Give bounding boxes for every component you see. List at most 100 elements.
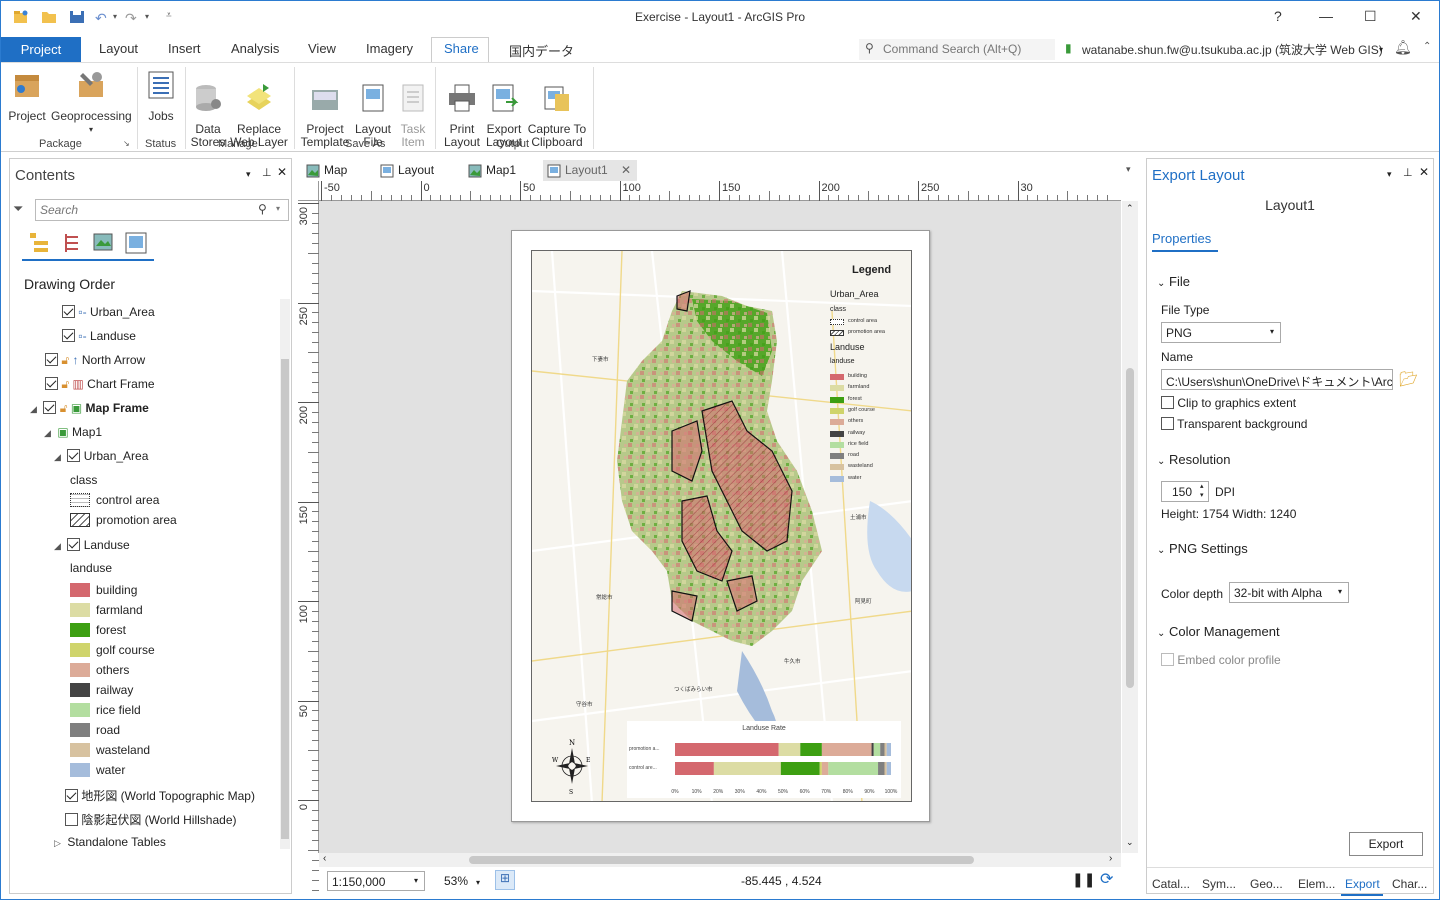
- symbol-landuse-class[interactable]: railway: [70, 683, 133, 697]
- visibility-checkbox[interactable]: [45, 353, 58, 366]
- pane-options-icon[interactable]: ▾: [1387, 169, 1392, 180]
- expand-icon[interactable]: ▷: [54, 838, 64, 849]
- contents-search-input[interactable]: Search ⚲ ▾: [35, 199, 289, 221]
- file-type-dropdown[interactable]: PNG ▾: [1161, 322, 1281, 343]
- bottom-tab-export[interactable]: Export: [1345, 877, 1380, 891]
- doc-tab-layout[interactable]: Layout: [376, 160, 434, 182]
- element-map-frame[interactable]: ◢ 🔓︎ ▣ Map Frame: [30, 401, 149, 416]
- expand-icon[interactable]: ◢: [54, 541, 64, 552]
- zoom-dropdown[interactable]: 53% ▾: [444, 874, 480, 888]
- pause-drawing-icon[interactable]: ❚❚: [1072, 871, 1095, 888]
- tab-view[interactable]: View: [308, 41, 336, 56]
- doc-tab-map1[interactable]: Map1: [464, 160, 516, 182]
- horizontal-scrollbar[interactable]: ‹ ›: [319, 853, 1121, 867]
- scroll-right-icon[interactable]: ›: [1109, 853, 1112, 864]
- png-settings-section-header[interactable]: ⌄ PNG Settings: [1157, 541, 1248, 556]
- export-button[interactable]: Export: [1349, 832, 1423, 856]
- symbol-landuse-class[interactable]: golf course: [70, 643, 155, 657]
- user-account[interactable]: watanabe.shun.fw@u.tsukuba.ac.jp (筑波大学 W…: [1082, 41, 1383, 58]
- color-management-section-header[interactable]: ⌄ Color Management: [1157, 624, 1280, 639]
- tab-list-icon[interactable]: ▾: [1126, 164, 1131, 175]
- tab-kokunai-data[interactable]: 国内データ: [509, 41, 574, 60]
- visibility-checkbox[interactable]: [45, 377, 58, 390]
- filter-icon[interactable]: ⏷: [13, 201, 23, 217]
- layer-urban-area-top[interactable]: ▫- Urban_Area: [62, 305, 155, 319]
- jobs-button[interactable]: Jobs: [143, 69, 179, 123]
- drawing-order-icon[interactable]: [28, 231, 52, 255]
- tab-insert[interactable]: Insert: [168, 41, 201, 56]
- layout-file-button[interactable]: Layout File: [351, 69, 395, 149]
- layer-landuse-top[interactable]: ▫- Landuse: [62, 329, 136, 343]
- refresh-icon[interactable]: ⟳: [1100, 869, 1113, 889]
- replace-web-layer-button[interactable]: Replace Web Layer: [229, 69, 289, 149]
- expand-icon[interactable]: ◢: [30, 404, 40, 415]
- snapping-icon[interactable]: ⊞: [495, 870, 515, 890]
- symbol-landuse-class[interactable]: farmland: [70, 603, 143, 617]
- checkbox[interactable]: [1161, 396, 1174, 409]
- tab-project[interactable]: Project: [1, 37, 81, 62]
- layout-canvas[interactable]: 下妻市 土浦市 阿見町 牛久市 つくばみらい市 常総市 守谷市 Legend U…: [319, 201, 1121, 853]
- symbol-promotion-area[interactable]: promotion area: [70, 513, 177, 527]
- user-dropdown-icon[interactable]: ▾: [1379, 45, 1383, 54]
- data-stores-button[interactable]: Data Stores: [189, 69, 227, 149]
- doc-tab-map[interactable]: Map: [302, 160, 347, 182]
- visibility-checkbox[interactable]: [67, 449, 81, 462]
- map-map1[interactable]: ◢ ▣ Map1: [44, 425, 102, 439]
- resolution-section-header[interactable]: ⌄ Resolution: [1157, 452, 1230, 467]
- element-chart-frame[interactable]: 🔓︎ ▥ Chart Frame: [45, 377, 155, 392]
- symbol-landuse-class[interactable]: wasteland: [70, 743, 150, 757]
- symbol-landuse-class[interactable]: water: [70, 763, 125, 777]
- layout-elements-icon[interactable]: [124, 231, 148, 255]
- symbol-landuse-class[interactable]: forest: [70, 623, 126, 637]
- vertical-scrollbar[interactable]: ⌃ ⌄: [1122, 201, 1138, 853]
- spinner-arrows-icon[interactable]: ▴ ▾: [1200, 482, 1204, 500]
- lock-icon[interactable]: 🔓︎: [60, 401, 68, 415]
- scroll-left-icon[interactable]: ‹: [323, 853, 326, 864]
- element-north-arrow[interactable]: 🔓︎ ↑ North Arrow: [45, 353, 145, 368]
- doc-tab-layout1-active[interactable]: Layout1 ✕: [543, 160, 637, 182]
- name-input[interactable]: C:\Users\shun\OneDrive\ドキュメント\ArcGIS: [1161, 369, 1393, 390]
- scroll-up-icon[interactable]: ⌃: [1126, 203, 1134, 214]
- lock-icon[interactable]: 🔓︎: [61, 353, 69, 367]
- dpi-spinner[interactable]: 150 ▴ ▾: [1161, 481, 1209, 502]
- visibility-checkbox[interactable]: [67, 538, 81, 551]
- layer-world-topographic-map[interactable]: 地形図 (World Topographic Map): [65, 787, 255, 804]
- scale-dropdown[interactable]: 1:150,000 ▾: [327, 871, 425, 891]
- close-pane-icon[interactable]: ✕: [277, 165, 287, 179]
- map-frame[interactable]: 下妻市 土浦市 阿見町 牛久市 つくばみらい市 常総市 守谷市 Legend U…: [531, 250, 912, 802]
- project-template-button[interactable]: Project Template: [299, 69, 351, 149]
- layout-page[interactable]: 下妻市 土浦市 阿見町 牛久市 つくばみらい市 常総市 守谷市 Legend U…: [511, 230, 930, 822]
- minimize-button[interactable]: —: [1319, 8, 1333, 24]
- scroll-down-icon[interactable]: ⌄: [1126, 837, 1134, 848]
- symbol-landuse-class[interactable]: rice field: [70, 703, 141, 717]
- expand-icon[interactable]: ◢: [54, 452, 64, 463]
- scroll-thumb[interactable]: [469, 856, 974, 864]
- help-button[interactable]: ?: [1274, 8, 1282, 24]
- visibility-checkbox[interactable]: [62, 305, 75, 318]
- checkbox[interactable]: [1161, 417, 1174, 430]
- bottom-tab-catalog[interactable]: Catal...: [1152, 877, 1190, 891]
- layer-urban-area[interactable]: ◢ Urban_Area: [54, 449, 148, 463]
- color-depth-dropdown[interactable]: 32-bit with Alpha ▾: [1229, 582, 1349, 603]
- expand-icon[interactable]: ◢: [44, 428, 54, 439]
- bottom-tab-element[interactable]: Elem...: [1298, 877, 1335, 891]
- visibility-checkbox[interactable]: [65, 813, 78, 826]
- tab-imagery[interactable]: Imagery: [366, 41, 413, 56]
- transparent-background[interactable]: Transparent background: [1161, 417, 1307, 431]
- search-options-icon[interactable]: ▾: [276, 204, 280, 213]
- visibility-checkbox[interactable]: [65, 789, 78, 802]
- command-search-input[interactable]: ⚲ Command Search (Alt+Q): [859, 39, 1055, 60]
- close-pane-icon[interactable]: ✕: [1419, 165, 1429, 179]
- chart-frame[interactable]: Landuse Rate promotion a... control are...…: [627, 721, 901, 798]
- bottom-tab-geoprocessing[interactable]: Geo...: [1250, 877, 1283, 891]
- bottom-tab-chart[interactable]: Char...: [1392, 877, 1427, 891]
- project-package-button[interactable]: Project: [5, 69, 49, 123]
- visibility-checkbox[interactable]: [62, 329, 75, 342]
- standalone-tables[interactable]: ▷ Standalone Tables: [54, 835, 166, 849]
- close-tab-icon[interactable]: ✕: [621, 163, 631, 177]
- selection-icon[interactable]: [62, 231, 86, 255]
- symbol-control-area[interactable]: control area: [70, 493, 159, 507]
- pin-icon[interactable]: ⊥: [262, 166, 272, 179]
- pin-icon[interactable]: ⊥: [1403, 166, 1413, 179]
- tab-share[interactable]: Share: [444, 41, 479, 56]
